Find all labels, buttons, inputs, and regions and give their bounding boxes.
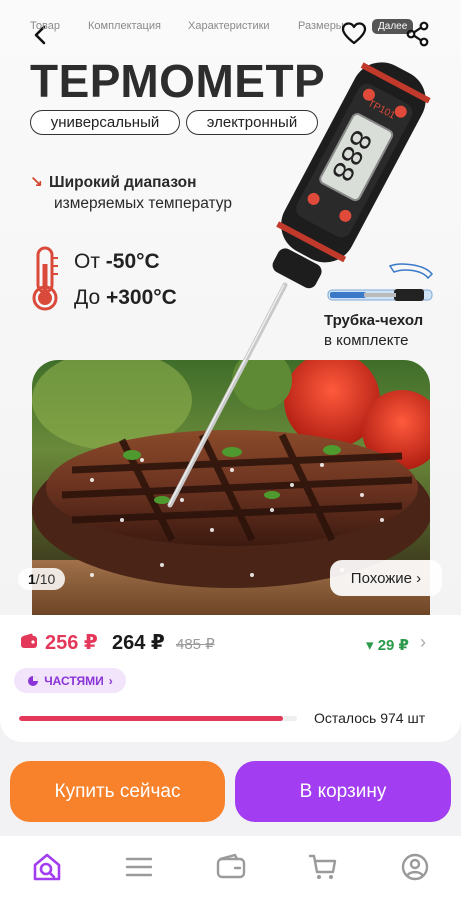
device-brand-label: TP101 bbox=[366, 98, 398, 122]
thermometer-icon bbox=[32, 246, 58, 311]
installment-button[interactable]: ЧАСТЯМИ › bbox=[14, 668, 126, 693]
wallet-icon bbox=[216, 853, 246, 879]
product-image-gallery[interactable]: Товар Комплектация Характеристики Размер… bbox=[0, 0, 461, 615]
nav-catalog[interactable] bbox=[123, 851, 155, 883]
tab-specs[interactable]: Характеристики bbox=[188, 20, 270, 32]
cart-icon bbox=[308, 854, 337, 879]
case-caption-line-2: в комплекте bbox=[324, 332, 409, 349]
nav-profile[interactable] bbox=[399, 851, 431, 883]
range-line-2: измеряемых температур bbox=[54, 195, 232, 212]
nav-home[interactable] bbox=[31, 851, 63, 883]
range-caption: ↘ Широкий диапазон измеряемых температур bbox=[30, 172, 232, 214]
tab-sizes[interactable]: Размеры bbox=[298, 20, 344, 32]
profile-icon bbox=[401, 853, 429, 881]
favorite-button[interactable] bbox=[340, 20, 368, 48]
discount-amount[interactable]: ▾ 29 ₽ bbox=[366, 636, 409, 654]
case-tube-image bbox=[327, 263, 434, 301]
temp-max: До +300°С bbox=[74, 286, 177, 310]
product-page: Товар Комплектация Характеристики Размер… bbox=[0, 0, 461, 900]
pie-chart-icon bbox=[28, 675, 39, 686]
price-card: 256 ₽ 264 ₽ 485 ₽ ▾ 29 ₽ › ЧАСТЯМИ › Ост… bbox=[0, 615, 461, 742]
buy-now-button[interactable]: Купить сейчас bbox=[10, 761, 225, 822]
stock-progress-bar bbox=[19, 716, 297, 721]
price: 264 ₽ bbox=[112, 632, 165, 654]
tab-contents[interactable]: Комплектация bbox=[88, 20, 161, 32]
home-search-icon bbox=[33, 853, 61, 881]
gallery-counter-current: 1 bbox=[28, 571, 36, 587]
temp-min: От -50°С bbox=[74, 250, 160, 274]
card-price: 256 ₽ bbox=[45, 632, 98, 654]
temp-max-prefix: До bbox=[74, 286, 101, 309]
temp-min-value: -50°С bbox=[105, 250, 160, 273]
gallery-counter: 1/10 bbox=[18, 568, 66, 590]
top-navigation: Товар Комплектация Характеристики Размер… bbox=[0, 0, 461, 56]
action-bar: Купить сейчас В корзину bbox=[0, 742, 461, 836]
temp-max-value: +300°С bbox=[105, 286, 177, 309]
device-display-digits: 888 bbox=[322, 123, 377, 187]
promo-tag-universal: универсальный bbox=[30, 110, 180, 135]
chevron-right-icon[interactable]: › bbox=[420, 632, 426, 653]
bottom-navigation bbox=[0, 836, 461, 900]
case-caption-line-1: Трубка-чехол bbox=[324, 312, 424, 329]
share-button[interactable] bbox=[404, 20, 432, 48]
promo-tag-electronic: электронный bbox=[186, 110, 318, 135]
share-icon bbox=[406, 21, 429, 47]
stock-remaining: Осталось 974 шт bbox=[314, 710, 426, 726]
wallet-icon bbox=[21, 633, 37, 648]
similar-products-button[interactable]: Похожие › bbox=[330, 560, 442, 596]
installment-label: ЧАСТЯМИ bbox=[44, 673, 104, 688]
chevron-right-icon: › bbox=[108, 673, 113, 688]
range-line-1: Широкий диапазон bbox=[49, 174, 197, 191]
promo-title: ТЕРМОМЕТР bbox=[30, 55, 326, 107]
case-caption: Трубка-чехол в комплекте bbox=[324, 311, 423, 351]
menu-icon bbox=[125, 857, 153, 877]
arrow-icon: ↘ bbox=[30, 174, 43, 191]
tab-product[interactable]: Товар bbox=[30, 20, 60, 32]
nav-cart[interactable] bbox=[307, 851, 339, 883]
add-to-cart-button[interactable]: В корзину bbox=[235, 761, 451, 822]
stock-progress-fill bbox=[19, 716, 284, 721]
gallery-counter-total: 10 bbox=[39, 571, 56, 587]
nav-wallet[interactable] bbox=[215, 851, 247, 883]
heart-icon bbox=[341, 22, 367, 45]
temp-min-prefix: От bbox=[74, 250, 100, 273]
old-price: 485 ₽ bbox=[176, 636, 215, 653]
